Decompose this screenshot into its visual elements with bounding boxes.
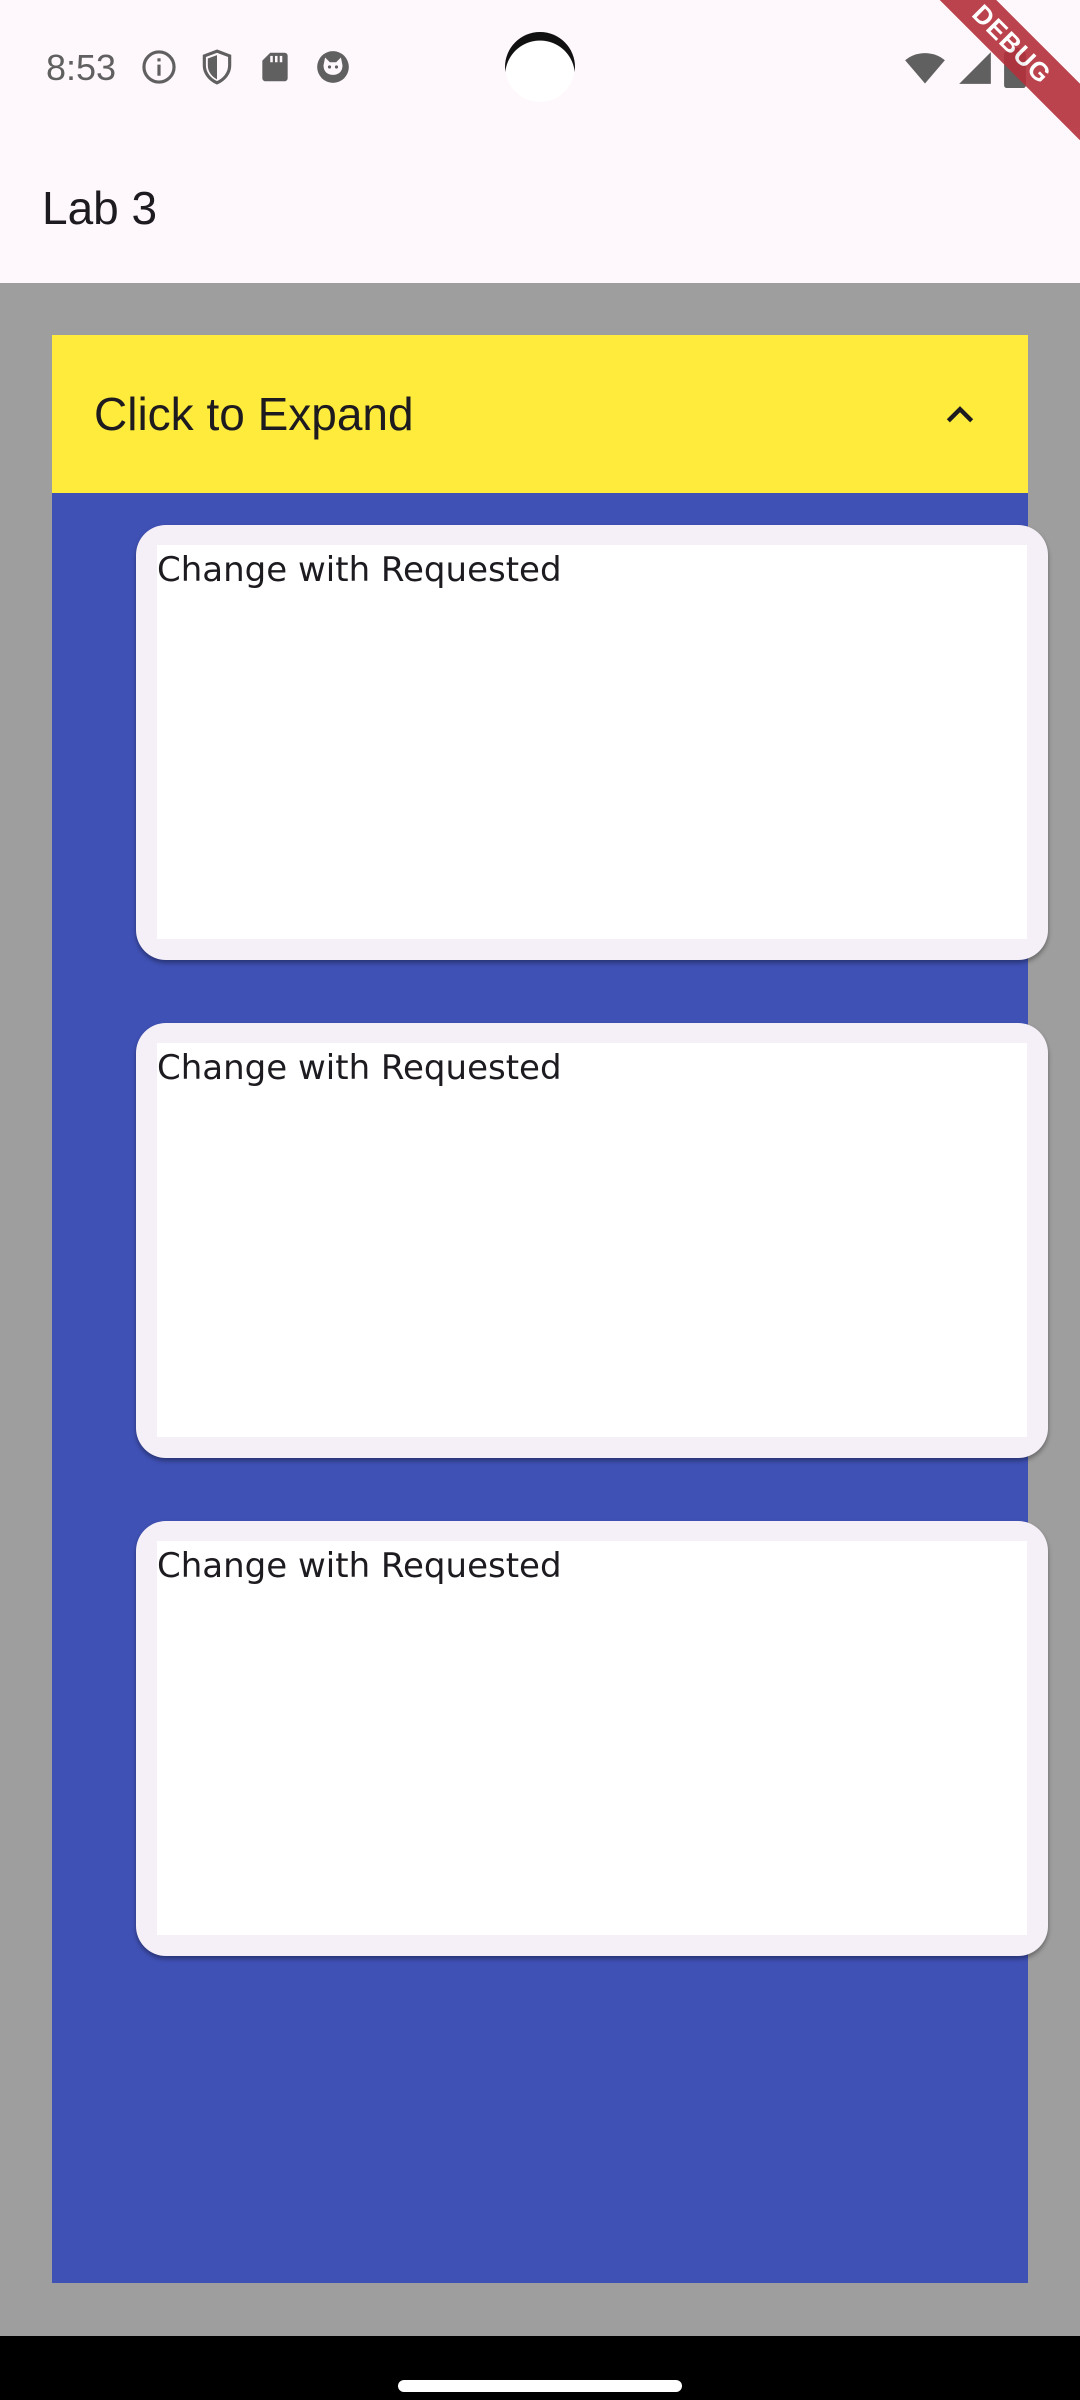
request-card: Change with Requested	[136, 1023, 1048, 1458]
home-indicator[interactable]	[398, 2380, 682, 2392]
request-card-text: Change with Requested	[157, 550, 562, 590]
signal-icon	[956, 49, 994, 91]
status-icons-left	[140, 48, 352, 86]
page-title: Lab 3	[42, 182, 158, 234]
request-card-content: Change with Requested	[157, 1043, 1027, 1437]
request-card-content: Change with Requested	[157, 545, 1027, 939]
status-time: 8:53	[46, 47, 117, 88]
chevron-up-icon[interactable]	[932, 387, 988, 443]
info-icon	[140, 48, 178, 86]
camera-cutout	[505, 32, 575, 102]
expansion-panel-header[interactable]: Click to Expand	[52, 335, 1028, 493]
request-card-content: Change with Requested	[157, 1541, 1027, 1935]
request-card-text: Change with Requested	[157, 1048, 562, 1088]
request-card-text: Change with Requested	[157, 1546, 562, 1586]
expansion-panel-title: Click to Expand	[94, 388, 414, 440]
status-bar: 8:53 DEBUG	[0, 0, 1080, 151]
shield-icon	[198, 48, 236, 86]
expansion-panel-body: Change with Requested Change with Reques…	[52, 335, 1048, 2283]
app-bar	[0, 140, 1080, 283]
cat-face-icon	[314, 48, 352, 86]
sd-card-icon	[256, 48, 294, 86]
request-card: Change with Requested	[136, 1521, 1048, 1956]
request-card: Change with Requested	[136, 525, 1048, 960]
wifi-icon	[904, 49, 946, 91]
